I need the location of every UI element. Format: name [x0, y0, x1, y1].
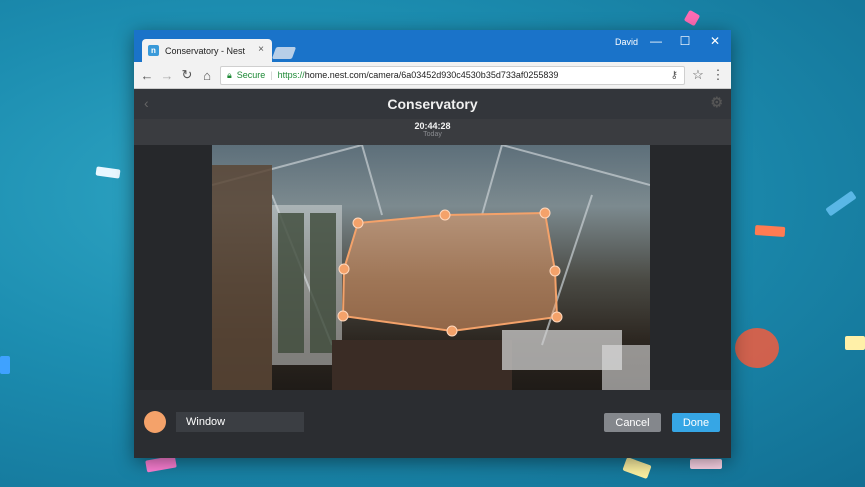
close-window-icon[interactable]: ✕ — [705, 34, 725, 48]
confetti-decoration — [0, 356, 10, 374]
minimize-icon[interactable]: — — [646, 34, 666, 48]
confetti-decoration — [754, 224, 786, 238]
star-icon[interactable]: ☆ — [691, 67, 705, 83]
activity-zone-overlay[interactable] — [212, 145, 650, 390]
zone-handle — [446, 325, 458, 337]
zone-handle — [439, 209, 451, 221]
address-divider: | — [270, 70, 273, 80]
home-icon[interactable]: ⌂ — [200, 68, 214, 83]
tab-close-icon[interactable]: × — [258, 44, 264, 55]
zone-editor-bar: Cancel Done — [134, 390, 731, 458]
done-button[interactable]: Done — [672, 413, 720, 432]
zone-handle — [549, 265, 561, 277]
url-text: https://home.nest.com/camera/6a03452d930… — [278, 70, 559, 80]
chevron-left-icon[interactable]: ‹ — [144, 95, 149, 111]
profile-name[interactable]: David — [615, 37, 638, 47]
confetti-decoration — [735, 328, 779, 368]
zone-color-swatch[interactable] — [144, 411, 166, 433]
zone-handle — [338, 263, 350, 275]
nest-app: ‹ Conservatory ⚙ 20:44:28 Today Window C… — [134, 89, 731, 458]
zone-handle — [337, 310, 349, 322]
zone-handle — [539, 207, 551, 219]
confetti-decoration — [622, 456, 652, 480]
timestamp-day: Today — [423, 131, 442, 138]
timestamp-bar: 20:44:28 Today — [134, 119, 731, 145]
browser-tab[interactable]: n Conservatory - Nest × — [142, 39, 272, 62]
zone-name-input[interactable] — [176, 412, 304, 432]
confetti-decoration — [95, 166, 121, 179]
menu-icon[interactable]: ⋮ — [711, 67, 725, 83]
confetti-decoration — [683, 9, 701, 27]
address-bar[interactable]: 🔒︎ Secure | https://home.nest.com/camera… — [220, 65, 685, 85]
browser-toolbar: ← → ↻ ⌂ 🔒︎ Secure | https://home.nest.co… — [134, 62, 731, 89]
gear-icon[interactable]: ⚙ — [710, 94, 723, 111]
secure-label: Secure — [236, 70, 266, 80]
zone-handle — [352, 217, 364, 229]
forward-arrow-icon[interactable]: → — [160, 68, 174, 83]
timestamp-time: 20:44:28 — [414, 121, 451, 131]
camera-title: Conservatory — [387, 96, 478, 112]
confetti-decoration — [690, 459, 722, 469]
confetti-decoration — [145, 455, 177, 473]
key-icon[interactable]: ⚷ — [671, 70, 678, 81]
url-scheme: https:// — [277, 70, 305, 80]
new-tab-button[interactable] — [271, 47, 297, 59]
browser-window: n Conservatory - Nest × David — ☐ ✕ ← → … — [134, 30, 731, 458]
confetti-decoration — [825, 190, 857, 217]
browser-titlebar: n Conservatory - Nest × David — ☐ ✕ — [134, 30, 731, 62]
url-path: home.nest.com/camera/6a03452d930c4530b35… — [304, 70, 559, 80]
back-arrow-icon[interactable]: ← — [140, 68, 154, 83]
camera-viewer — [134, 145, 731, 390]
reload-icon[interactable]: ↻ — [180, 67, 194, 83]
camera-feed-image — [212, 145, 650, 390]
nest-favicon-icon: n — [148, 45, 159, 56]
cancel-button[interactable]: Cancel — [604, 413, 661, 432]
app-header: ‹ Conservatory ⚙ — [134, 89, 731, 119]
tab-title: Conservatory - Nest — [165, 45, 246, 56]
zone-handle — [551, 311, 563, 323]
maximize-icon[interactable]: ☐ — [675, 34, 695, 48]
confetti-decoration — [845, 336, 865, 350]
lock-icon: 🔒︎ — [227, 69, 232, 80]
